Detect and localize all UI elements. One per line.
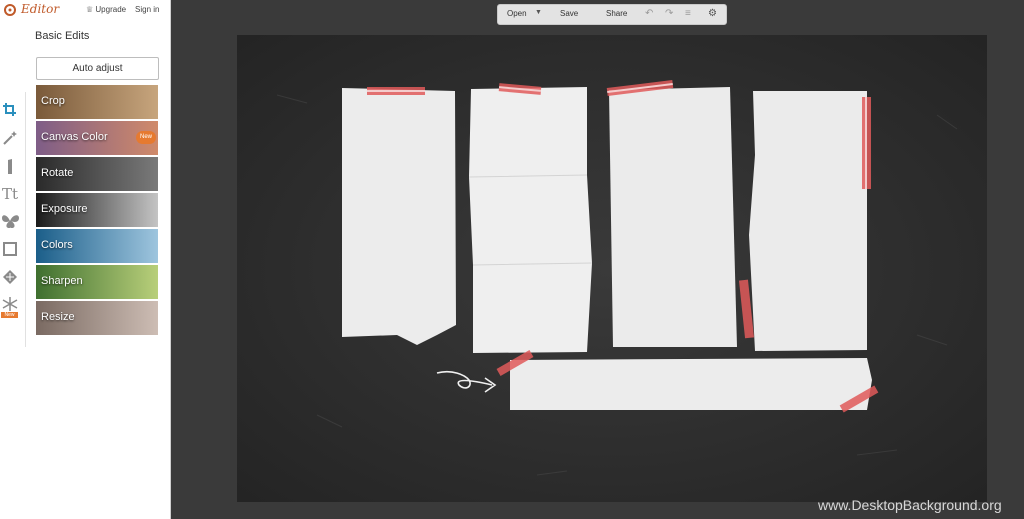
tool-crop[interactable]: Crop [36, 85, 158, 119]
undo-icon[interactable]: ↶ [645, 8, 653, 19]
butterfly-icon[interactable] [1, 212, 19, 230]
paper-strip-4 [749, 91, 867, 351]
new-badge: New [1, 312, 18, 318]
upgrade-link[interactable]: ♕ Upgrade [86, 5, 126, 14]
save-button[interactable]: Save [560, 9, 578, 18]
frame-icon[interactable] [1, 240, 19, 258]
tool-sharpen[interactable]: Sharpen [36, 265, 158, 299]
share-button[interactable]: Share [606, 9, 627, 18]
tool-label: Crop [41, 95, 65, 107]
text-icon[interactable]: Tt [1, 185, 19, 203]
tool-label: Colors [41, 239, 73, 251]
tool-exposure[interactable]: Exposure [36, 193, 158, 227]
tool-canvas-color[interactable]: Canvas Color New [36, 121, 158, 155]
brand-name: Editor [21, 2, 60, 16]
magic-wand-icon[interactable] [1, 129, 19, 147]
tool-resize[interactable]: Resize [36, 301, 158, 335]
photo-canvas[interactable] [237, 35, 987, 502]
lipstick-icon[interactable] [1, 157, 19, 175]
tool-colors[interactable]: Colors [36, 229, 158, 263]
page-title: Basic Edits [35, 30, 90, 42]
chevron-down-icon[interactable]: ▼ [535, 9, 542, 16]
signin-link[interactable]: Sign in [135, 5, 159, 14]
paper-strip-horizontal [510, 358, 872, 410]
paper-strip-3 [609, 87, 737, 347]
brand-header: Editor ♕ Upgrade Sign in [0, 0, 170, 20]
open-button[interactable]: Open [507, 9, 527, 18]
paper-strip-1 [342, 88, 456, 345]
sidebar: Editor ♕ Upgrade Sign in Basic Edits Tt [0, 0, 171, 519]
top-toolbar: Open ▼ Save Share ↶ ↷ ≡ ⚙ [497, 4, 727, 25]
auto-adjust-button[interactable]: Auto adjust [36, 57, 159, 80]
crop-icon[interactable] [1, 101, 19, 119]
logo-icon [4, 4, 16, 16]
tool-label: Sharpen [41, 275, 83, 287]
rail-divider [25, 92, 26, 347]
gear-icon[interactable]: ⚙ [708, 8, 717, 19]
tool-label: Resize [41, 311, 75, 323]
upgrade-label: Upgrade [95, 5, 127, 14]
watermark: www.DesktopBackground.org [818, 497, 1002, 513]
texture-icon[interactable] [1, 268, 19, 286]
snowflake-icon[interactable] [1, 295, 19, 313]
layers-icon[interactable]: ≡ [685, 8, 691, 19]
tool-label: Rotate [41, 167, 74, 179]
paper-folded [469, 87, 592, 353]
redo-icon[interactable]: ↷ [665, 8, 673, 19]
chalkboard-artwork [237, 35, 987, 502]
tool-label: Canvas Color [41, 131, 108, 143]
tool-rotate[interactable]: Rotate [36, 157, 158, 191]
crown-icon: ♕ [86, 5, 94, 14]
tool-label: Exposure [41, 203, 88, 215]
new-badge: New [136, 131, 156, 144]
